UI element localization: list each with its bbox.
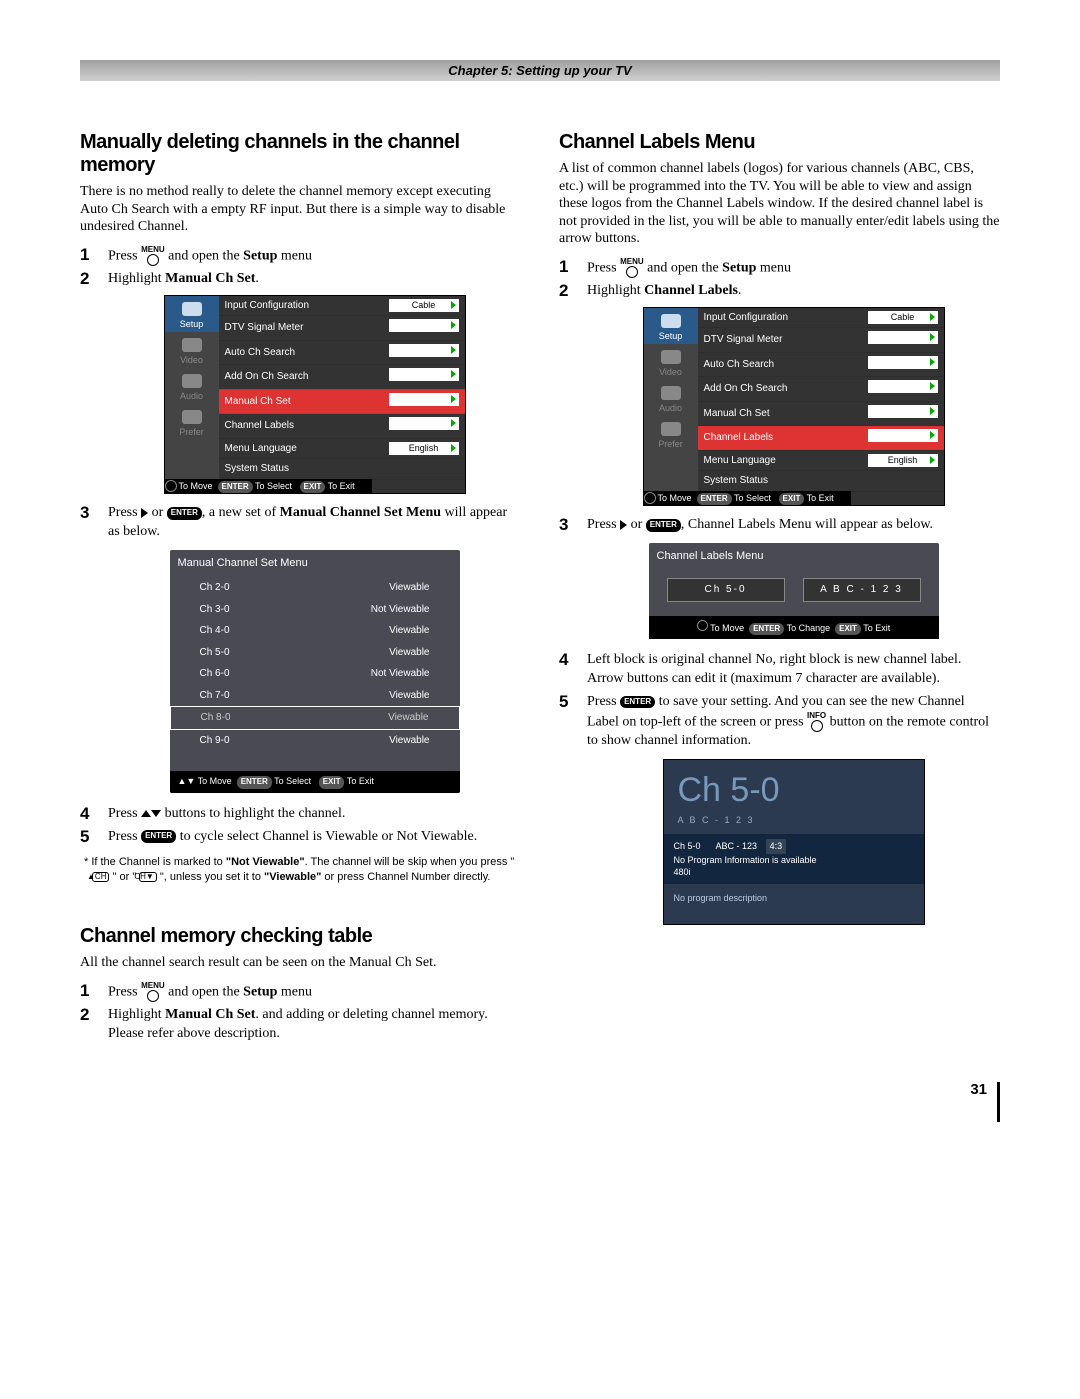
label-box-name: A B C - 1 2 3 — [803, 578, 921, 602]
right-arrow-icon — [141, 508, 148, 518]
chinfo-label: A B C - 1 2 3 — [664, 814, 924, 834]
osd-row-selected: Ch 8-0Viewable — [170, 706, 460, 730]
left-step-1: Press MENU and open the Setup menu — [80, 246, 521, 266]
osd-tab-prefer: Prefer — [165, 404, 219, 440]
left-step-2: Highlight Manual Ch Set. Setup Video Aud… — [80, 270, 521, 495]
heading-manual-delete: Manually deleting channels in the channe… — [80, 131, 521, 177]
intro-manual-delete: There is no method really to delete the … — [80, 183, 521, 236]
menu-icon: MENU — [620, 258, 644, 278]
right-step-1: Press MENU and open the Setup menu — [559, 258, 1000, 278]
info-icon: INFO — [807, 712, 826, 732]
right-column: Channel Labels Menu A list of common cha… — [559, 131, 1000, 1052]
left-step-3: Press or ENTER, a new set of Manual Chan… — [80, 504, 521, 792]
ch-up-icon: ▲CH — [92, 872, 109, 882]
chapter-bar: Chapter 5: Setting up your TV — [80, 60, 1000, 81]
enter-icon: ENTER — [141, 830, 176, 843]
chinfo-channel: Ch 5-0 — [664, 760, 924, 814]
ch-down-icon: CH▼ — [139, 872, 156, 882]
enter-icon: ENTER — [620, 696, 655, 709]
left-column: Manually deleting channels in the channe… — [80, 131, 521, 1052]
osd-setup-manual: Setup Video Audio Prefer Input Configura… — [164, 295, 466, 495]
note-not-viewable: * If the Channel is marked to "Not Viewa… — [80, 855, 521, 886]
left-step-5: Press ENTER to cycle select Channel is V… — [80, 828, 521, 847]
menu-icon: MENU — [141, 982, 165, 1002]
left-step-4: Press buttons to highlight the channel. — [80, 805, 521, 824]
down-arrow-icon — [151, 810, 161, 817]
page-number: 31 — [80, 1082, 1000, 1122]
intro-channel-labels: A list of common channel labels (logos) … — [559, 160, 1000, 248]
right-step-4: Left block is original channel No, right… — [559, 651, 1000, 689]
osd-tab-video: Video — [165, 332, 219, 368]
right-arrow-icon — [620, 520, 627, 530]
heading-checking-table: Channel memory checking table — [80, 925, 521, 948]
osd-manual-channel-set: Manual Channel Set Menu Ch 2-0Viewable C… — [170, 550, 460, 793]
osd-tab-setup: Setup — [165, 296, 219, 332]
channel-info-overlay: Ch 5-0 A B C - 1 2 3 Ch 5-0 ABC - 123 4:… — [663, 759, 925, 925]
osd-channel-labels-menu: Channel Labels Menu Ch 5-0 A B C - 1 2 3… — [649, 543, 939, 639]
right-step-3: Press or ENTER, Channel Labels Menu will… — [559, 516, 1000, 639]
intro-checking-table: All the channel search result can be see… — [80, 954, 521, 972]
enter-icon: ENTER — [167, 507, 202, 520]
right-step-2: Highlight Channel Labels. Setup Video Au… — [559, 282, 1000, 507]
left-list2-step-2: Highlight Manual Ch Set. and adding or d… — [80, 1006, 521, 1044]
osd-tab-audio: Audio — [165, 368, 219, 404]
menu-icon: MENU — [141, 246, 165, 266]
osd-setup-labels: Setup Video Audio Prefer Input Configura… — [643, 307, 945, 507]
enter-icon: ENTER — [646, 519, 681, 532]
up-arrow-icon — [141, 810, 151, 817]
left-list2-step-1: Press MENU and open the Setup menu — [80, 982, 521, 1002]
right-step-5: Press ENTER to save your setting. And yo… — [559, 693, 1000, 925]
label-box-channel: Ch 5-0 — [667, 578, 785, 602]
heading-channel-labels: Channel Labels Menu — [559, 131, 1000, 154]
